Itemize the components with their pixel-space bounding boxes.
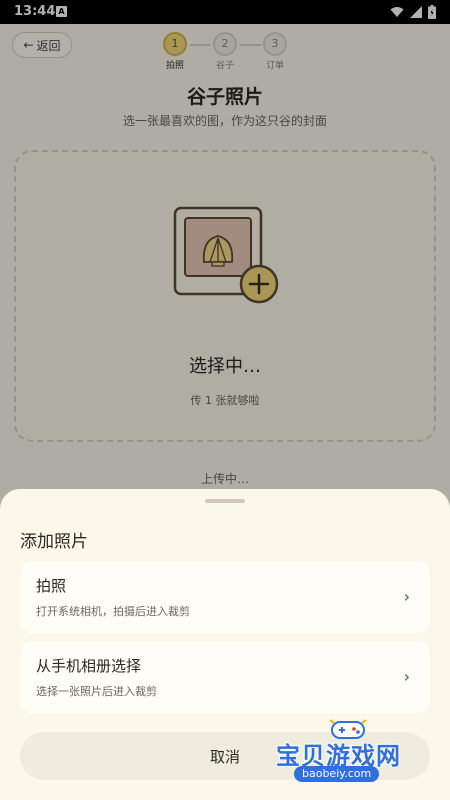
option-title: 从手机相册选择 bbox=[36, 657, 142, 675]
chevron-right-icon: › bbox=[403, 667, 410, 686]
take-photo-option[interactable]: 拍照 打开系统相机，拍摄后进入裁剪 › bbox=[20, 561, 430, 633]
sheet-drag-handle[interactable] bbox=[205, 499, 245, 503]
option-title: 拍照 bbox=[36, 577, 67, 595]
choose-from-album-option[interactable]: 从手机相册选择 选择一张照片后进入裁剪 › bbox=[20, 641, 430, 713]
option-description: 打开系统相机，拍摄后进入裁剪 bbox=[36, 605, 190, 618]
sheet-title: 添加照片 bbox=[20, 532, 88, 552]
watermark-url: baobeiy.com bbox=[294, 766, 380, 782]
option-description: 选择一张照片后进入裁剪 bbox=[36, 685, 157, 698]
chevron-right-icon: › bbox=[403, 587, 410, 606]
site-watermark: 宝贝游戏网 baobeiy.com bbox=[272, 716, 442, 786]
